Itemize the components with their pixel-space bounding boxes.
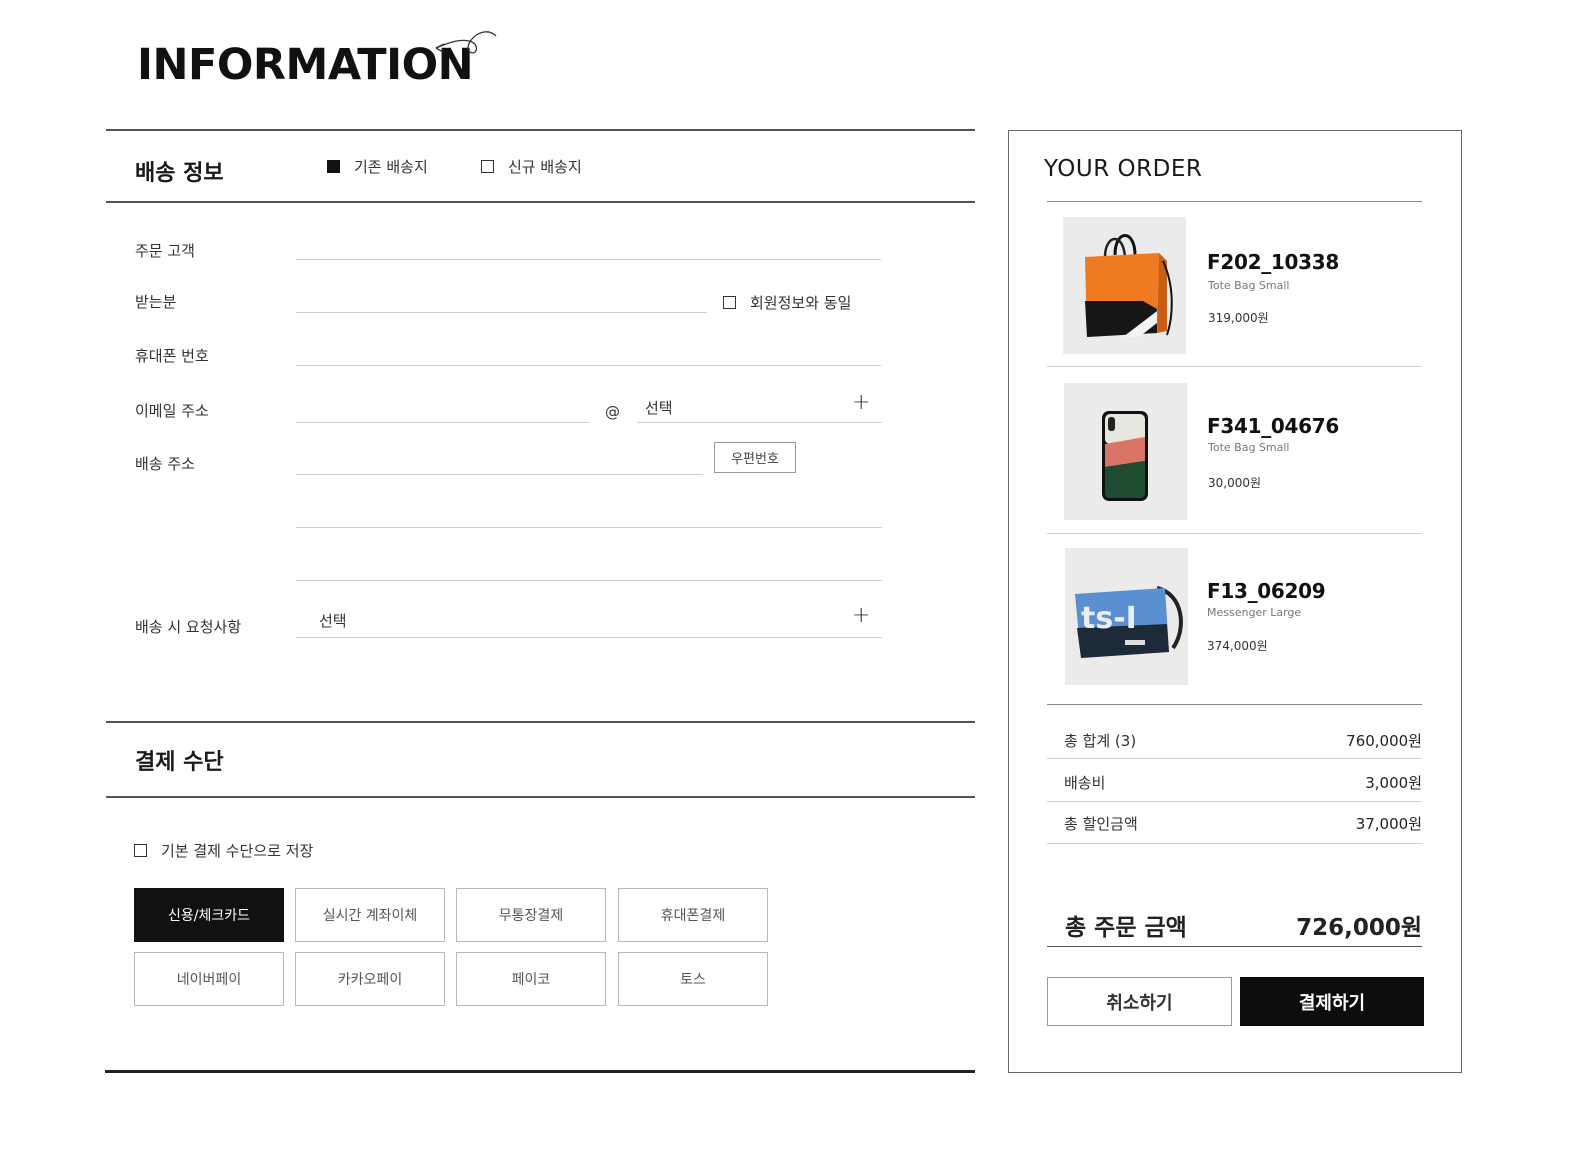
order-title: YOUR ORDER xyxy=(1044,156,1203,182)
payment-method-mobile[interactable]: 휴대폰결제 xyxy=(618,888,768,942)
recipient-input[interactable] xyxy=(298,284,704,310)
same-as-member-checkbox[interactable]: 회원정보와 동일 xyxy=(723,292,851,313)
payment-method-payco[interactable]: 페이코 xyxy=(456,952,606,1006)
order-title-divider xyxy=(1047,201,1422,202)
postcode-underline xyxy=(296,474,703,475)
email-domain-plus-icon[interactable]: + xyxy=(852,392,870,414)
shipping-fee-value: 3,000원 xyxy=(1365,774,1422,792)
postcode-input[interactable] xyxy=(298,446,700,472)
product-price-1: 319,000원 xyxy=(1208,311,1269,325)
checkbox-unchecked-icon xyxy=(134,844,147,857)
page-title: INFORMATION xyxy=(137,40,474,90)
postcode-button[interactable]: 우편번호 xyxy=(714,442,796,473)
product-code-1: F202_10338 xyxy=(1207,250,1339,274)
same-as-member-label: 회원정보와 동일 xyxy=(750,294,852,312)
save-default-payment-label: 기본 결제 수단으로 저장 xyxy=(161,842,314,860)
payment-top-divider xyxy=(106,721,975,723)
customer-label: 주문 고객 xyxy=(135,242,195,260)
product-image-2[interactable] xyxy=(1064,383,1187,520)
payment-method-bank-deposit[interactable]: 무통장결제 xyxy=(456,888,606,942)
shipping-fee-label: 배송비 xyxy=(1064,774,1106,792)
phone-input[interactable] xyxy=(298,338,880,364)
product-price-2: 30,000원 xyxy=(1208,476,1262,490)
request-underline xyxy=(296,637,882,638)
email-label: 이메일 주소 xyxy=(135,402,209,420)
summary-divider-2 xyxy=(1047,801,1422,802)
payment-method-realtime-transfer[interactable]: 실시간 계좌이체 xyxy=(295,888,445,942)
product-code-3: F13_06209 xyxy=(1207,579,1326,603)
request-label: 배송 시 요청사항 xyxy=(135,618,242,636)
shipping-top-divider xyxy=(106,129,975,131)
address-detail-underline xyxy=(296,580,882,581)
phone-underline xyxy=(296,365,881,366)
recipient-label: 받는분 xyxy=(135,293,177,311)
email-local-input[interactable] xyxy=(298,394,588,420)
checkbox-unchecked-icon xyxy=(481,160,494,173)
items-bottom-divider xyxy=(1047,704,1422,705)
total-value: 726,000원 xyxy=(1296,915,1422,941)
payment-section-title: 결제 수단 xyxy=(135,750,224,775)
product-name-1: Tote Bag Small xyxy=(1208,279,1290,292)
phone-label: 휴대폰 번호 xyxy=(135,347,209,365)
subtotal-label: 총 합계 (3) xyxy=(1064,732,1137,750)
recipient-underline xyxy=(296,312,707,313)
discount-label: 총 할인금액 xyxy=(1064,815,1138,833)
payment-method-card[interactable]: 신용/체크카드 xyxy=(134,888,284,942)
option-new-address[interactable]: 신규 배송지 xyxy=(481,156,582,177)
product-image-1[interactable] xyxy=(1063,217,1186,354)
email-domain-underline xyxy=(637,422,882,423)
discount-value: 37,000원 xyxy=(1355,815,1422,833)
payment-method-naverpay[interactable]: 네이버페이 xyxy=(134,952,284,1006)
save-default-payment-checkbox[interactable]: 기본 결제 수단으로 저장 xyxy=(134,840,313,861)
subtotal-value: 760,000원 xyxy=(1346,732,1422,750)
shipping-header-divider xyxy=(106,201,975,203)
customer-input[interactable] xyxy=(298,232,880,258)
request-plus-icon[interactable]: + xyxy=(852,605,870,627)
summary-divider-3 xyxy=(1047,843,1422,844)
payment-method-kakaopay[interactable]: 카카오페이 xyxy=(295,952,445,1006)
address-label: 배송 주소 xyxy=(135,455,195,473)
email-domain-select[interactable]: 선택 xyxy=(645,397,673,418)
cancel-button[interactable]: 취소하기 xyxy=(1047,977,1232,1026)
phone-case-icon xyxy=(1102,411,1148,501)
summary-divider-1 xyxy=(1047,758,1422,759)
blue-messenger-bag-icon: ts-I xyxy=(1075,586,1183,658)
option-new-label: 신규 배송지 xyxy=(508,158,582,176)
product-name-2: Tote Bag Small xyxy=(1208,441,1290,454)
payment-method-toss[interactable]: 토스 xyxy=(618,952,768,1006)
email-at-sign: @ xyxy=(605,403,620,421)
checkbox-checked-icon xyxy=(327,160,340,173)
orange-tote-bag-icon xyxy=(1085,234,1173,337)
product-price-3: 374,000원 xyxy=(1207,639,1268,653)
checkbox-unchecked-icon xyxy=(723,296,736,309)
shipping-section-title: 배송 정보 xyxy=(135,161,224,186)
svg-text:ts-I: ts-I xyxy=(1081,601,1137,636)
total-divider xyxy=(1047,946,1422,947)
option-existing-address[interactable]: 기존 배송지 xyxy=(327,156,428,177)
email-local-underline xyxy=(296,422,590,423)
form-bottom-divider xyxy=(105,1070,975,1073)
option-existing-label: 기존 배송지 xyxy=(354,158,428,176)
request-select[interactable]: 선택 xyxy=(319,610,347,631)
address-detail-input[interactable] xyxy=(298,553,880,579)
address-underline xyxy=(296,527,882,528)
customer-underline xyxy=(296,259,881,260)
product-code-2: F341_04676 xyxy=(1207,414,1339,438)
address-input[interactable] xyxy=(298,500,880,526)
checkout-button[interactable]: 결제하기 xyxy=(1240,977,1424,1026)
product-image-3[interactable]: ts-I xyxy=(1065,548,1188,685)
item-divider-1 xyxy=(1047,366,1422,367)
payment-header-divider xyxy=(106,796,975,798)
squiggle-arrow-icon xyxy=(435,31,497,54)
item-divider-2 xyxy=(1047,533,1422,534)
total-label: 총 주문 금액 xyxy=(1065,915,1187,941)
product-name-3: Messenger Large xyxy=(1207,606,1302,619)
